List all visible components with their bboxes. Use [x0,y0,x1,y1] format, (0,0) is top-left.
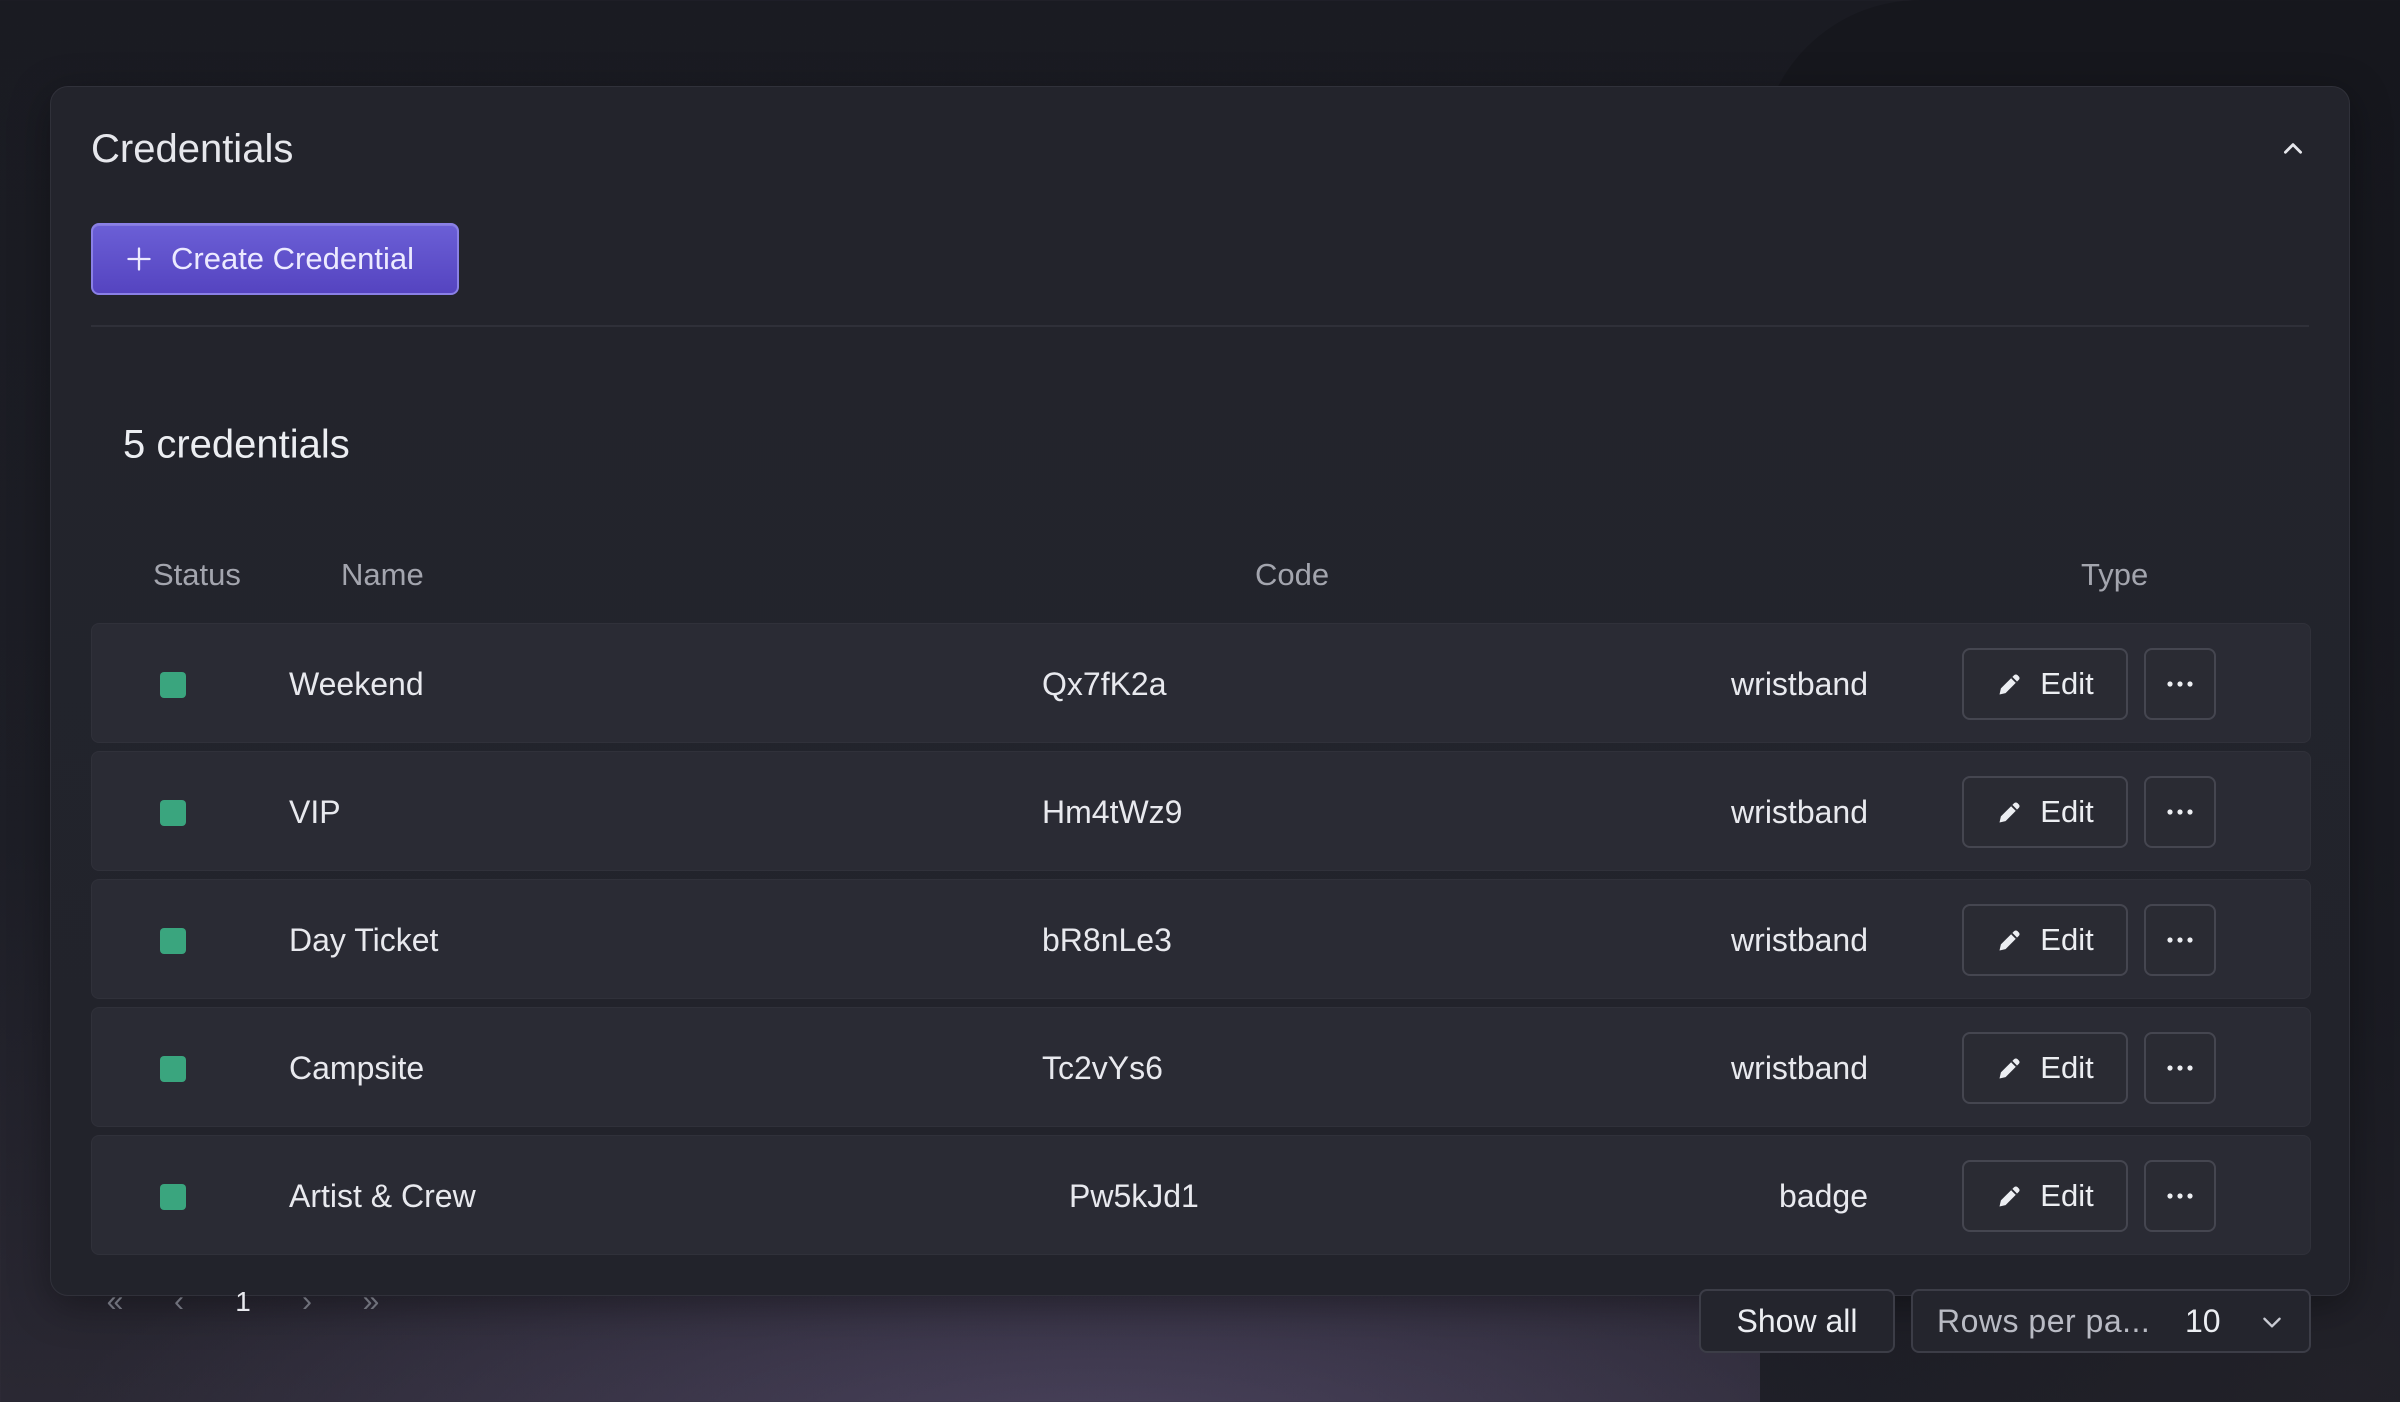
create-credential-label: Create Credential [171,241,414,276]
previous-page-button[interactable]: ‹ [159,1272,199,1332]
more-actions-button[interactable] [2144,1032,2216,1104]
ellipsis-icon [2167,681,2193,687]
plus-icon [125,245,153,273]
more-actions-button[interactable] [2144,648,2216,720]
credential-code: Pw5kJd1 [1069,1178,1199,1214]
edit-label: Edit [2040,666,2094,701]
credential-code: Qx7fK2a [1042,666,1167,702]
last-page-button[interactable]: » [351,1272,391,1332]
pencil-icon [1999,1058,2020,1079]
credentials-panel: Credentials Create Credential 5 credenti… [50,86,2350,1353]
credentials-table: 5 credentials Status Name Code Type Week… [91,327,2311,1353]
status-indicator [160,928,186,954]
column-header-name[interactable]: Name [341,557,424,593]
status-indicator [160,800,186,826]
credential-type: wristband [1731,794,1868,830]
status-indicator [160,672,186,698]
collapse-button[interactable] [2271,127,2315,171]
panel-title: Credentials [91,126,294,171]
table-header: Status Name Code Type [91,557,2309,597]
show-all-button[interactable]: Show all [1699,1289,1895,1353]
credential-name: Day Ticket [289,922,439,958]
pencil-icon [1999,1186,2020,1207]
table-row[interactable]: VIP Hm4tWz9 wristband Edit [91,751,2311,871]
table-row[interactable]: Campsite Tc2vYs6 wristband Edit [91,1007,2311,1127]
column-header-status[interactable]: Status [153,557,241,593]
first-page-button[interactable]: « [95,1272,135,1332]
pagination: « ‹ 1 › » [91,1272,451,1332]
rows-per-page-label: Rows per pa... [1937,1302,2151,1339]
ellipsis-icon [2167,1193,2193,1199]
edit-button[interactable]: Edit [1962,1032,2128,1104]
more-actions-button[interactable] [2144,904,2216,976]
edit-button[interactable]: Edit [1962,776,2128,848]
edit-label: Edit [2040,922,2094,957]
status-indicator [160,1056,186,1082]
credential-code: Hm4tWz9 [1042,794,1183,830]
credential-name: Artist & Crew [289,1178,476,1214]
credential-name: Weekend [289,666,424,702]
column-header-type[interactable]: Type [2081,557,2148,593]
credentials-count: 5 credentials [123,422,350,467]
chevron-down-icon [2259,1309,2285,1335]
credential-type: wristband [1731,1050,1868,1086]
edit-button[interactable]: Edit [1962,904,2128,976]
credential-type: wristband [1731,666,1868,702]
rows-per-page-value: 10 [2185,1302,2221,1339]
credential-type: wristband [1731,922,1868,958]
column-header-code[interactable]: Code [1255,557,1329,593]
pencil-icon [1999,802,2020,823]
table-row[interactable]: Artist & Crew Pw5kJd1 badge Edit [91,1135,2311,1255]
edit-label: Edit [2040,794,2094,829]
table-row[interactable]: Day Ticket bR8nLe3 wristband Edit [91,879,2311,999]
pencil-icon [1999,674,2020,695]
edit-button[interactable]: Edit [1962,1160,2128,1232]
ellipsis-icon [2167,809,2193,815]
more-actions-button[interactable] [2144,776,2216,848]
credential-code: bR8nLe3 [1042,922,1172,958]
next-page-button[interactable]: › [287,1272,327,1332]
ellipsis-icon [2167,1065,2193,1071]
credential-type: badge [1779,1178,1868,1214]
more-actions-button[interactable] [2144,1160,2216,1232]
chevron-up-icon [2284,143,2302,154]
credential-code: Tc2vYs6 [1042,1050,1163,1086]
edit-button[interactable]: Edit [1962,648,2128,720]
status-indicator [160,1184,186,1210]
current-page[interactable]: 1 [223,1272,263,1332]
edit-label: Edit [2040,1050,2094,1085]
edit-label: Edit [2040,1178,2094,1213]
table-row[interactable]: Weekend Qx7fK2a wristband Edit [91,623,2311,743]
credential-name: VIP [289,794,341,830]
panel-header: Credentials [91,121,2309,177]
credential-name: Campsite [289,1050,425,1086]
pencil-icon [1999,930,2020,951]
rows-per-page-select[interactable]: Rows per pa... 10 [1911,1289,2311,1353]
ellipsis-icon [2167,937,2193,943]
create-credential-button[interactable]: Create Credential [91,223,459,295]
